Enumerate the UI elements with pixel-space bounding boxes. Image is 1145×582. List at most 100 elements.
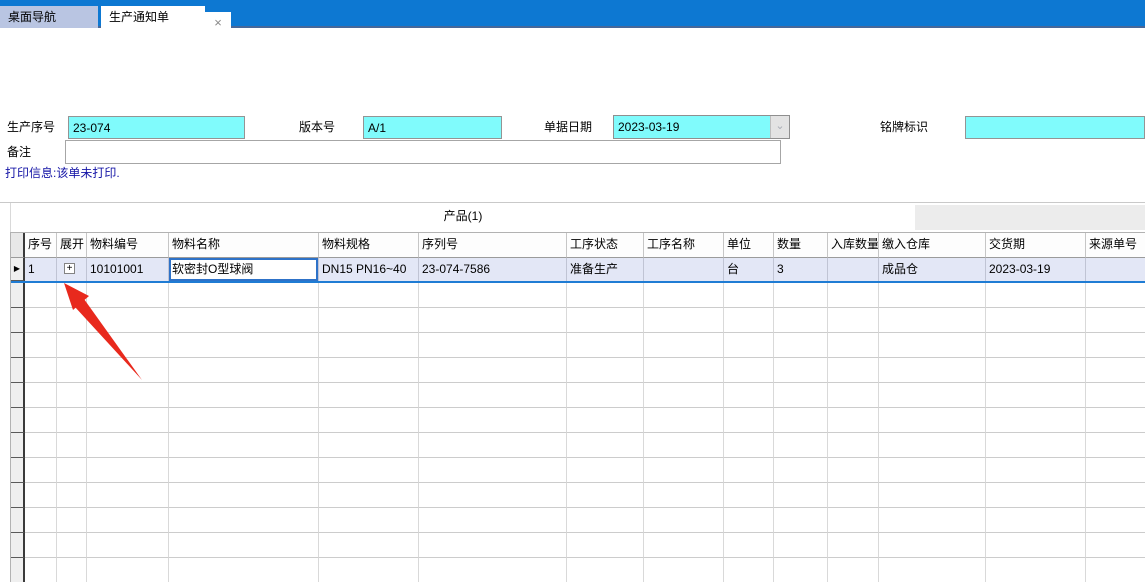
grid-empty-cell: [319, 408, 419, 433]
grid-empty-cell: [828, 383, 879, 408]
row-header-cell[interactable]: [11, 483, 25, 508]
grid-empty-cell: [169, 533, 319, 558]
grid-empty-cell: [419, 358, 567, 383]
grid-empty-cell: [25, 308, 57, 333]
nameplate-input[interactable]: [965, 116, 1145, 139]
grid-empty-cell: [724, 458, 774, 483]
grid-cell[interactable]: DN15 PN16~40: [319, 258, 419, 281]
grid-empty-cell: [724, 533, 774, 558]
grid-empty-cell: [879, 383, 986, 408]
tab-production-notice[interactable]: 生产通知单 ×: [101, 6, 231, 36]
row-header-cell[interactable]: [11, 358, 25, 383]
grid-empty-cell: [567, 333, 644, 358]
grid-empty-cell: [724, 383, 774, 408]
row-header-cell[interactable]: [11, 408, 25, 433]
tab-production-notice-label: 生产通知单: [109, 10, 170, 24]
tab-product[interactable]: 产品(1): [10, 203, 915, 232]
remark-input[interactable]: [65, 140, 781, 164]
column-header-5[interactable]: 物料规格: [319, 233, 419, 258]
doc-date-combobox[interactable]: 2023-03-19 ⌄: [613, 115, 790, 139]
grid-empty-cell: [25, 283, 57, 308]
grid-cell[interactable]: 1: [25, 258, 57, 281]
grid-cell[interactable]: [1086, 258, 1145, 281]
grid-cell[interactable]: 准备生产: [567, 258, 644, 281]
grid-empty-cell: [57, 508, 87, 533]
column-header-6[interactable]: 序列号: [419, 233, 567, 258]
grid-empty-cell: [879, 358, 986, 383]
column-header-11[interactable]: 入库数量: [828, 233, 879, 258]
column-header-4[interactable]: 物料名称: [169, 233, 319, 258]
grid-empty-cell: [879, 433, 986, 458]
grid-empty-cell: [644, 358, 724, 383]
grid-empty-cell: [57, 408, 87, 433]
grid-cell[interactable]: 2023-03-19: [986, 258, 1086, 281]
column-header-7[interactable]: 工序状态: [567, 233, 644, 258]
column-header-1[interactable]: 序号: [25, 233, 57, 258]
row-header-cell[interactable]: [11, 333, 25, 358]
row-header-cell[interactable]: [11, 533, 25, 558]
row-header-cell[interactable]: [11, 283, 25, 308]
row-header-cell[interactable]: [11, 383, 25, 408]
grid-empty-cell: [57, 358, 87, 383]
row-header-cell[interactable]: [11, 558, 25, 582]
grid-cell[interactable]: 10101001: [87, 258, 169, 281]
row-header-cell[interactable]: [11, 458, 25, 483]
grid-empty-cell: [774, 283, 828, 308]
prod-no-input[interactable]: [68, 116, 245, 139]
grid-empty-cell: [774, 408, 828, 433]
grid-empty-cell: [774, 483, 828, 508]
chevron-down-icon[interactable]: ⌄: [770, 116, 789, 138]
column-header-10[interactable]: 数量: [774, 233, 828, 258]
grid-cell[interactable]: 3: [774, 258, 828, 281]
column-header-2[interactable]: 展开: [57, 233, 87, 258]
close-icon[interactable]: ×: [205, 12, 231, 36]
row-header-cell[interactable]: [11, 508, 25, 533]
grid-empty-cell: [57, 383, 87, 408]
grid-empty-cell: [879, 483, 986, 508]
grid-empty-cell: [644, 333, 724, 358]
row-header-cell[interactable]: [11, 433, 25, 458]
expand-icon[interactable]: +: [64, 263, 75, 274]
grid-cell[interactable]: 成品仓: [879, 258, 986, 281]
tab-desktop-nav[interactable]: 桌面导航: [0, 6, 98, 28]
grid-cell[interactable]: 23-074-7586: [419, 258, 567, 281]
column-header-9[interactable]: 单位: [724, 233, 774, 258]
top-tab-bar: 桌面导航 生产通知单 ×: [0, 0, 1145, 36]
grid-empty-cell: [828, 408, 879, 433]
grid-empty-cell: [1086, 458, 1145, 483]
grid-empty-cell: [87, 458, 169, 483]
grid-corner-cell[interactable]: [11, 233, 25, 258]
grid-empty-cell: [25, 458, 57, 483]
grid-empty-cell: [57, 483, 87, 508]
grid-empty-cell: [87, 308, 169, 333]
production-notice-window: 桌面导航 生产通知单 × 生产序号 版本号 单据日期 铭牌标识 备注 2023-…: [0, 0, 1145, 582]
version-input[interactable]: [363, 116, 502, 139]
grid-empty-cell: [828, 533, 879, 558]
column-header-14[interactable]: 来源单号: [1086, 233, 1145, 258]
grid-empty-cell: [879, 283, 986, 308]
grid-empty-cell: [828, 333, 879, 358]
grid-empty-cell: [1086, 383, 1145, 408]
column-header-8[interactable]: 工序名称: [644, 233, 724, 258]
grid-cell[interactable]: +: [57, 258, 87, 281]
column-header-3[interactable]: 物料编号: [87, 233, 169, 258]
grid-empty-cell: [87, 483, 169, 508]
column-header-12[interactable]: 缴入仓库: [879, 233, 986, 258]
grid-empty-cell: [986, 358, 1086, 383]
grid-empty-cell: [87, 433, 169, 458]
grid-cell[interactable]: 台: [724, 258, 774, 281]
grid-empty-cell: [25, 333, 57, 358]
grid-cell[interactable]: [644, 258, 724, 281]
grid-empty-cell: [319, 333, 419, 358]
grid-empty-cell: [774, 308, 828, 333]
grid-empty-cell: [319, 558, 419, 582]
grid-empty-cell: [57, 533, 87, 558]
grid-cell[interactable]: [828, 258, 879, 281]
row-header-cell[interactable]: [11, 308, 25, 333]
grid-empty-cell: [319, 533, 419, 558]
grid-cell-focused[interactable]: 软密封O型球阀: [169, 258, 319, 281]
grid-empty-cell: [986, 558, 1086, 582]
grid-empty-cell: [879, 333, 986, 358]
column-header-13[interactable]: 交货期: [986, 233, 1086, 258]
row-selector-cell[interactable]: ▶: [11, 258, 25, 281]
